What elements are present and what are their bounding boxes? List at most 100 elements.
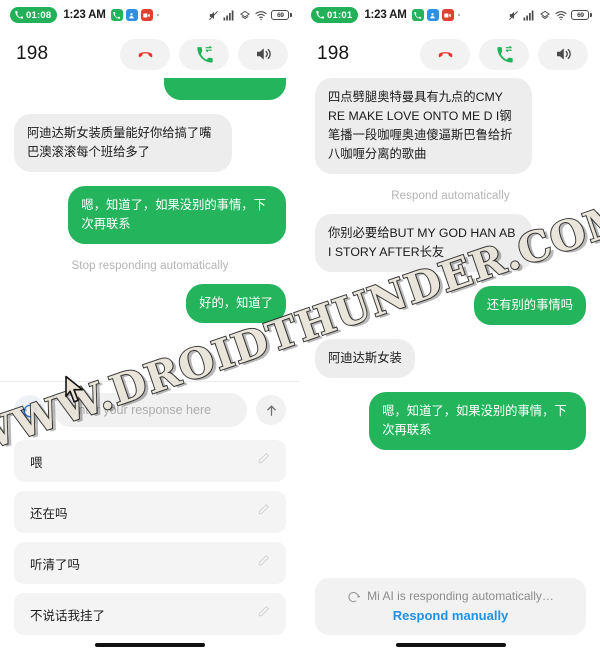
message-row: 你别必要给BUT MY GOD HAN AB I STORY AFTER长友 [315,214,586,273]
call-header: 198 [0,30,300,78]
speaker-button[interactable] [238,38,288,70]
wifi-icon [255,10,267,20]
incoming-message-bubble: 阿迪达斯女装质量能好你给搞了嘴巴澳滚滚每个班给多了 [14,114,232,173]
battery-cap [590,13,592,17]
suggestion-item[interactable]: 不说话我挂了 [14,593,286,635]
response-input-row: Enter your response here [0,382,300,438]
phone-app-icon [411,9,424,21]
phone-hangup-icon [138,51,152,57]
status-app-icons [411,9,454,21]
call-action-buttons [420,38,588,70]
signal-icon [223,10,234,20]
data-icon [540,10,551,19]
clipped-outgoing-bubble [164,78,286,100]
message-row: 阿迪达斯女装质量能好你给搞了嘴巴澳滚滚每个班给多了 [14,114,286,173]
transfer-call-button[interactable] [479,38,529,70]
transfer-call-button[interactable] [179,38,229,70]
response-input-field[interactable]: Enter your response here [54,393,247,427]
wifi-icon [555,10,567,20]
speaker-icon [257,48,271,60]
status-overflow-dot [457,13,461,17]
message-row: 嗯，知道了，如果没别的事情，下次再联系 [315,392,586,451]
status-right-icons: 69 [508,10,592,21]
call-timer-text: 01:08 [26,9,52,21]
phone-transfer-icon [496,45,513,62]
battery-indicator: 69 [271,10,292,20]
incoming-message-bubble: 你别必要给BUT MY GOD HAN AB I STORY AFTER长友 [315,214,532,273]
status-clock: 1:23 AM [364,9,407,21]
status-clock: 1:23 AM [63,9,106,21]
phone-icon [15,11,23,19]
message-row: 好的，知道了 [14,284,286,324]
home-indicator[interactable] [395,643,506,647]
home-indicator-area [301,635,600,655]
mute-icon [509,10,519,20]
signal-icon [523,10,534,20]
status-overflow-dot [156,13,160,17]
status-bar: 01:01 1:23 AM 69 [301,0,600,30]
suggestion-label: 听清了吗 [30,557,81,572]
camera-app-icon [140,9,153,21]
phone-screen-right: 01:01 1:23 AM 69 198 四点劈腿奥特曼具有九点的CMY RE … [300,0,600,655]
suggestion-label: 不说话我挂了 [30,608,106,623]
outgoing-message-bubble: 嗯，知道了，如果没别的事情，下次再联系 [68,186,286,245]
home-indicator[interactable] [95,643,205,647]
end-call-button[interactable] [420,38,470,70]
battery-cap [290,13,292,17]
message-row: 四点劈腿奥特曼具有九点的CMY RE MAKE LOVE ONTO ME D I… [315,78,586,175]
pencil-edit-icon[interactable] [257,554,270,572]
chat-message-list[interactable]: 四点劈腿奥特曼具有九点的CMY RE MAKE LOVE ONTO ME D I… [301,78,600,578]
mi-ai-status-banner: Mi AI is responding automatically… Respo… [315,578,586,635]
home-indicator-area [0,635,300,655]
contacts-app-icon [125,9,138,21]
camera-app-icon [441,9,454,21]
call-header: 198 [301,30,600,78]
end-call-button[interactable] [120,38,170,70]
suggestion-label: 还在吗 [30,506,68,521]
headset-button[interactable] [14,394,45,426]
message-row: 嗯，知道了，如果没别的事情，下次再联系 [14,186,286,245]
incoming-message-bubble: 阿迪达斯女装 [315,339,415,379]
respond-manually-link[interactable]: Respond manually [329,608,572,623]
mute-icon [209,10,219,20]
pencil-edit-icon[interactable] [257,503,270,521]
phone-screen-left: 01:08 1:23 AM 69 198 阿迪达斯女装质量能好你给搞了嘴巴澳滚滚… [0,0,300,655]
system-note: Respond automatically [391,190,510,203]
status-bar: 01:08 1:23 AM 69 [0,0,300,30]
mi-ai-status-line: Mi AI is responding automatically… [329,589,572,603]
speaker-icon [557,48,571,60]
status-right-icons: 69 [208,10,292,21]
mi-ai-status-text: Mi AI is responding automatically… [367,589,554,603]
caller-number: 198 [16,43,49,64]
suggestion-item[interactable]: 喂 [14,440,286,482]
chat-message-list[interactable]: 阿迪达斯女装质量能好你给搞了嘴巴澳滚滚每个班给多了 嗯，知道了，如果没别的事情，… [0,78,300,381]
outgoing-message-bubble: 好的，知道了 [186,284,286,324]
call-timer-text: 01:01 [327,9,353,21]
pencil-edit-icon[interactable] [257,452,270,470]
quick-reply-suggestions: 喂 还在吗 听清了吗 不说话我挂了 [0,438,300,635]
message-row: 还有别的事情吗 [315,286,586,326]
suggestion-item[interactable]: 听清了吗 [14,542,286,584]
call-action-buttons [120,38,288,70]
status-app-icons [110,9,153,21]
send-button[interactable] [256,395,286,425]
outgoing-message-bubble: 还有别的事情吗 [473,286,586,326]
phone-app-icon [110,9,123,21]
data-icon [240,10,251,19]
refresh-spinner-icon [348,591,361,602]
battery-level-text: 69 [271,10,290,20]
phone-transfer-icon [196,45,213,62]
contacts-app-icon [426,9,439,21]
call-timer-chip: 01:01 [311,7,359,23]
suggestion-item[interactable]: 还在吗 [14,491,286,533]
outgoing-message-bubble: 嗯，知道了，如果没别的事情，下次再联系 [369,392,586,451]
pencil-edit-icon[interactable] [257,605,270,623]
send-arrow-up-icon [266,405,276,416]
suggestion-label: 喂 [30,455,43,470]
speaker-button[interactable] [538,38,588,70]
battery-indicator: 69 [571,10,592,20]
phone-icon [316,11,324,19]
system-note: Stop responding automatically [71,260,229,273]
response-input-placeholder: Enter your response here [70,403,212,417]
caller-number: 198 [317,43,350,64]
